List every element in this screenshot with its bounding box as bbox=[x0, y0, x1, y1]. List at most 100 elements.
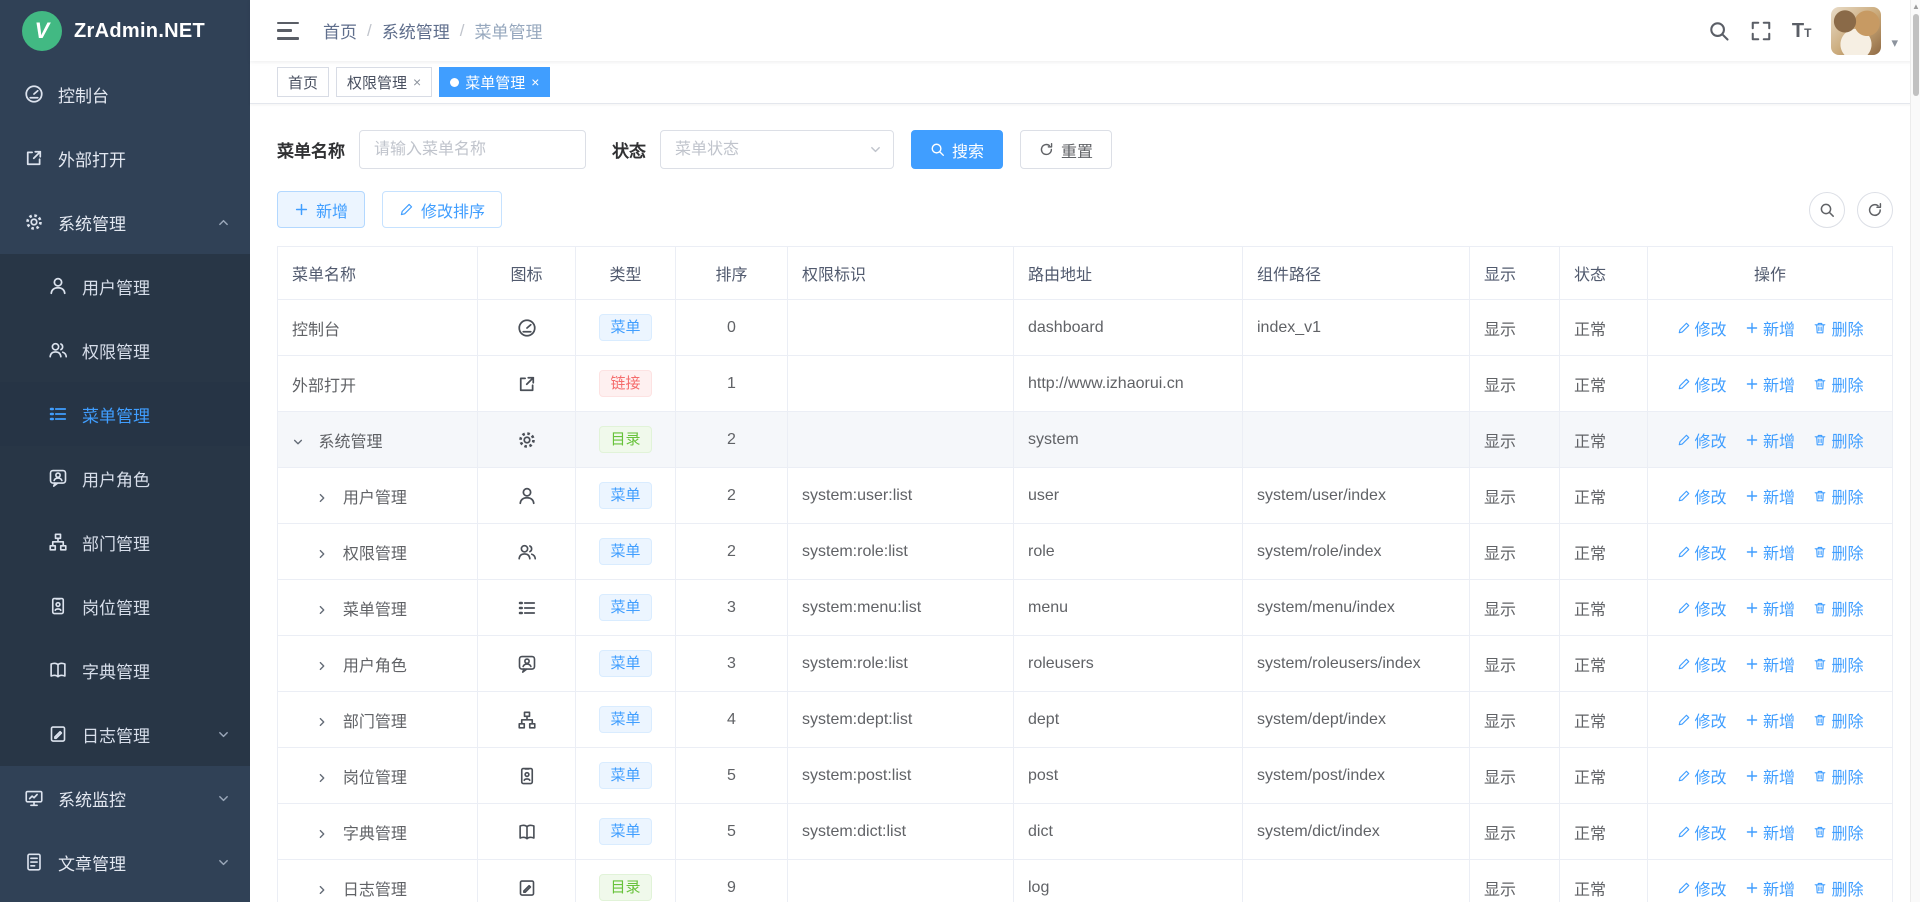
add-link[interactable]: 新增 bbox=[1745, 820, 1795, 844]
add-link[interactable]: 新增 bbox=[1745, 764, 1795, 788]
delete-link[interactable]: 删除 bbox=[1813, 484, 1863, 508]
expand-icon[interactable] bbox=[316, 828, 338, 840]
refresh-button[interactable] bbox=[1857, 192, 1893, 228]
delete-link[interactable]: 删除 bbox=[1813, 540, 1863, 564]
fullscreen-icon[interactable] bbox=[1750, 20, 1772, 42]
scrollbar-thumb[interactable] bbox=[1913, 14, 1919, 96]
dashboard-icon bbox=[24, 84, 44, 104]
delete-link[interactable]: 删除 bbox=[1813, 316, 1863, 340]
sidebar-item-dashboard[interactable]: 控制台 bbox=[0, 62, 250, 126]
font-size-icon[interactable]: TT bbox=[1792, 21, 1812, 41]
component-value bbox=[1243, 412, 1470, 468]
caret-down-icon[interactable]: ▾ bbox=[1891, 35, 1898, 51]
delete-link[interactable]: 删除 bbox=[1813, 372, 1863, 396]
type-tag: 目录 bbox=[599, 426, 651, 453]
edit-link[interactable]: 修改 bbox=[1677, 316, 1727, 340]
sidebar-item-posts[interactable]: 岗位管理 bbox=[0, 574, 250, 638]
breadcrumb-system[interactable]: 系统管理 bbox=[382, 18, 450, 43]
app-logo[interactable]: V ZrAdmin.NET bbox=[0, 0, 250, 62]
add-button[interactable]: 新增 bbox=[277, 191, 365, 228]
expand-icon[interactable] bbox=[316, 716, 338, 728]
edit-link[interactable]: 修改 bbox=[1677, 428, 1727, 452]
route-value: dept bbox=[1014, 692, 1243, 748]
sort-edit-button[interactable]: 修改排序 bbox=[382, 191, 502, 228]
add-link[interactable]: 新增 bbox=[1745, 652, 1795, 676]
status-select[interactable] bbox=[660, 130, 894, 169]
component-value: system/roleusers/index bbox=[1243, 636, 1470, 692]
search-icon[interactable] bbox=[1708, 20, 1730, 42]
delete-link[interactable]: 删除 bbox=[1813, 428, 1863, 452]
breadcrumb-home[interactable]: 首页 bbox=[323, 18, 357, 43]
add-link[interactable]: 新增 bbox=[1745, 372, 1795, 396]
sidebar-item-system[interactable]: 系统管理 bbox=[0, 190, 250, 254]
edit-link[interactable]: 修改 bbox=[1677, 540, 1727, 564]
sidebar-item-user-roles[interactable]: 用户角色 bbox=[0, 446, 250, 510]
sidebar-item-articles[interactable]: 文章管理 bbox=[0, 830, 250, 894]
delete-link[interactable]: 删除 bbox=[1813, 764, 1863, 788]
menu-list-icon bbox=[517, 598, 537, 618]
vertical-scrollbar[interactable]: ▲ bbox=[1910, 0, 1920, 902]
add-link[interactable]: 新增 bbox=[1745, 540, 1795, 564]
delete-link[interactable]: 删除 bbox=[1813, 820, 1863, 844]
delete-link[interactable]: 删除 bbox=[1813, 652, 1863, 676]
dashboard-icon bbox=[517, 318, 537, 338]
log-icon bbox=[48, 724, 68, 744]
table-row: 字典管理 菜单 5 system:dict:list dict system/d… bbox=[278, 804, 1893, 860]
delete-link[interactable]: 删除 bbox=[1813, 876, 1863, 900]
sidebar-item-departments[interactable]: 部门管理 bbox=[0, 510, 250, 574]
expand-icon[interactable] bbox=[316, 884, 338, 896]
col-header-display: 显示 bbox=[1470, 247, 1560, 300]
scroll-up-icon[interactable]: ▲ bbox=[1912, 2, 1920, 11]
sidebar-item-users[interactable]: 用户管理 bbox=[0, 254, 250, 318]
edit-link[interactable]: 修改 bbox=[1677, 372, 1727, 396]
breadcrumb-separator: / bbox=[460, 21, 465, 41]
add-link[interactable]: 新增 bbox=[1745, 316, 1795, 340]
perm-value: system:role:list bbox=[788, 636, 1014, 692]
edit-link[interactable]: 修改 bbox=[1677, 820, 1727, 844]
add-link[interactable]: 新增 bbox=[1745, 708, 1795, 732]
edit-link[interactable]: 修改 bbox=[1677, 652, 1727, 676]
tab-label: 菜单管理 bbox=[465, 72, 525, 93]
collapse-icon[interactable] bbox=[292, 436, 314, 448]
tab-menus[interactable]: 菜单管理 × bbox=[439, 67, 550, 97]
expand-icon[interactable] bbox=[316, 660, 338, 672]
expand-icon[interactable] bbox=[316, 492, 338, 504]
add-link[interactable]: 新增 bbox=[1745, 484, 1795, 508]
edit-link[interactable]: 修改 bbox=[1677, 876, 1727, 900]
expand-icon[interactable] bbox=[316, 548, 338, 560]
add-link[interactable]: 新增 bbox=[1745, 428, 1795, 452]
delete-link[interactable]: 删除 bbox=[1813, 708, 1863, 732]
perm-value: system:menu:list bbox=[788, 580, 1014, 636]
edit-link[interactable]: 修改 bbox=[1677, 708, 1727, 732]
user-avatar[interactable] bbox=[1831, 7, 1881, 55]
sort-value: 3 bbox=[676, 636, 788, 692]
hamburger-icon[interactable] bbox=[277, 22, 299, 40]
delete-link[interactable]: 删除 bbox=[1813, 596, 1863, 620]
edit-link[interactable]: 修改 bbox=[1677, 764, 1727, 788]
sidebar-item-external[interactable]: 外部打开 bbox=[0, 126, 250, 190]
menu-name-input[interactable] bbox=[359, 130, 586, 169]
tab-home[interactable]: 首页 bbox=[277, 67, 329, 97]
sidebar-item-roles[interactable]: 权限管理 bbox=[0, 318, 250, 382]
add-link[interactable]: 新增 bbox=[1745, 876, 1795, 900]
reset-button[interactable]: 重置 bbox=[1020, 130, 1112, 169]
expand-icon[interactable] bbox=[316, 772, 338, 784]
sort-value: 1 bbox=[676, 356, 788, 412]
add-link[interactable]: 新增 bbox=[1745, 596, 1795, 620]
show-search-button[interactable] bbox=[1809, 192, 1845, 228]
table-row: 控制台 菜单 0 dashboard index_v1 显示 正常 修改 新增 … bbox=[278, 300, 1893, 356]
edit-link[interactable]: 修改 bbox=[1677, 596, 1727, 620]
sidebar-item-logs[interactable]: 日志管理 bbox=[0, 702, 250, 766]
search-button[interactable]: 搜索 bbox=[911, 130, 1003, 169]
close-icon[interactable]: × bbox=[531, 74, 539, 90]
sidebar-item-dictionary[interactable]: 字典管理 bbox=[0, 638, 250, 702]
menu-name: 控制台 bbox=[292, 322, 340, 339]
close-icon[interactable]: × bbox=[413, 74, 421, 90]
expand-icon[interactable] bbox=[316, 604, 338, 616]
search-icon bbox=[1819, 202, 1835, 218]
tab-roles[interactable]: 权限管理 × bbox=[336, 67, 432, 97]
sort-value: 0 bbox=[676, 300, 788, 356]
sidebar-item-menus[interactable]: 菜单管理 bbox=[0, 382, 250, 446]
sidebar-item-monitor[interactable]: 系统监控 bbox=[0, 766, 250, 830]
edit-link[interactable]: 修改 bbox=[1677, 484, 1727, 508]
